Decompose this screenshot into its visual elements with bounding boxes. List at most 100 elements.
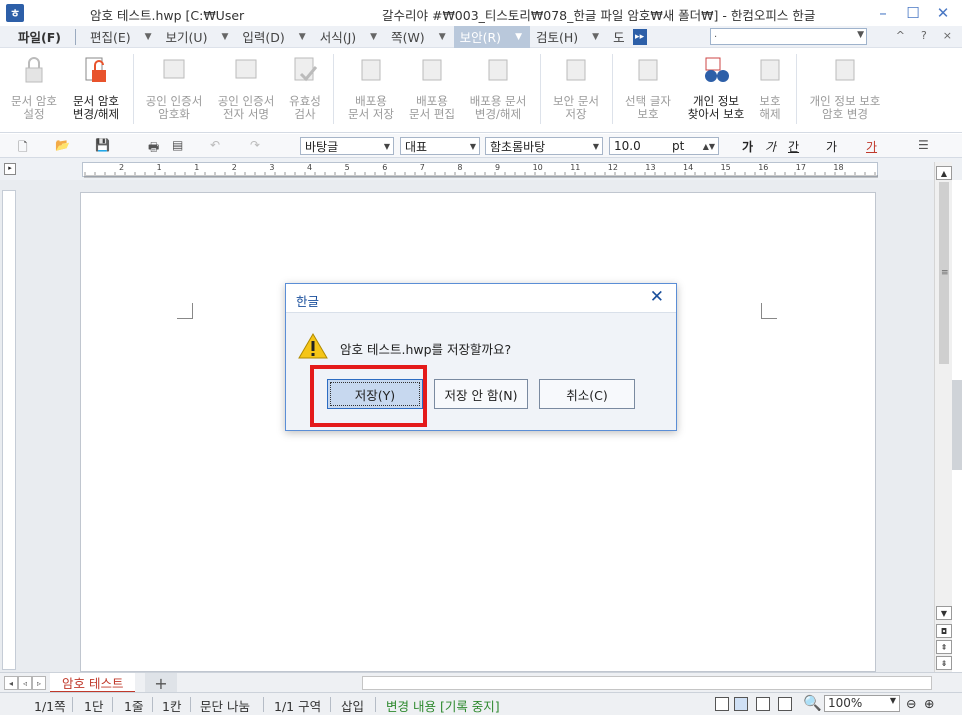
- save-secure-doc-button[interactable]: 보안 문서 저장: [544, 54, 608, 121]
- zoom-in-icon[interactable]: ⊕: [924, 696, 934, 711]
- undo-icon[interactable]: ↶: [210, 138, 220, 152]
- menu-format[interactable]: 서식(J): [314, 26, 362, 48]
- menu-view[interactable]: 보기(U): [160, 26, 214, 48]
- close-button[interactable]: ✕: [930, 3, 956, 23]
- ruler-label: 15: [720, 163, 731, 172]
- scroll-up-icon[interactable]: ▲: [936, 166, 952, 180]
- style-select[interactable]: 바탕글 ▼: [300, 137, 394, 155]
- cancel-button[interactable]: 취소(C): [539, 379, 635, 409]
- redo-icon[interactable]: ↷: [250, 138, 260, 152]
- tab-first-icon[interactable]: ◂: [4, 676, 18, 690]
- help-icon[interactable]: ?: [921, 29, 927, 42]
- window-title-left: 암호 테스트.hwp [C:₩User: [90, 8, 245, 23]
- find-personal-info-button[interactable]: 개인 정보 찾아서 보호: [682, 54, 750, 121]
- preview-icon[interactable]: ▤: [172, 138, 183, 152]
- tab-prev-icon[interactable]: ◃: [18, 676, 32, 690]
- save-distribution-button[interactable]: 배포용 문서 저장: [338, 54, 404, 121]
- menu-file[interactable]: 파일(F): [0, 26, 67, 48]
- font-select[interactable]: 함초롬바탕 ▼: [485, 137, 603, 155]
- view-web-icon[interactable]: [778, 697, 792, 711]
- language-select[interactable]: 대표 ▼: [400, 137, 480, 155]
- ribbon-separator: [133, 54, 134, 124]
- chevron-down-icon[interactable]: ▼: [213, 32, 236, 42]
- italic-button[interactable]: 가: [765, 138, 776, 155]
- tab-next-icon[interactable]: ▹: [32, 676, 46, 690]
- chevron-down-icon[interactable]: ▼: [857, 30, 864, 40]
- chevron-down-icon[interactable]: ▼: [593, 142, 599, 151]
- change-distribution-button[interactable]: 배포용 문서 변경/해제: [460, 54, 536, 121]
- cert-encrypt-button[interactable]: 공인 인증서 암호화: [138, 54, 210, 121]
- ruler-label: 18: [833, 163, 844, 172]
- font-size-input[interactable]: 10.0 pt ▲▼: [609, 137, 719, 155]
- font-color-button[interactable]: 가: [866, 138, 877, 155]
- zoom-out-icon[interactable]: ⊖: [906, 696, 916, 711]
- ribbon-label: 변경/해제: [72, 107, 120, 121]
- menu-tools[interactable]: 도: [607, 26, 631, 48]
- close-doc-icon[interactable]: ×: [943, 29, 952, 42]
- open-folder-icon[interactable]: 📂: [55, 138, 70, 152]
- stepper-icon[interactable]: ▲▼: [703, 142, 715, 151]
- underline-button[interactable]: 간: [788, 138, 799, 155]
- strike-button[interactable]: 가: [826, 138, 837, 155]
- menu-security[interactable]: 보안(R): [453, 25, 508, 48]
- scroll-down-icon[interactable]: ▼: [936, 606, 952, 620]
- title-bar: ㅎ 암호 테스트.hwp [C:₩User 갈수리야 #₩003_티스토리₩07…: [0, 0, 962, 26]
- chevron-down-icon[interactable]: ▼: [584, 32, 607, 42]
- secure-save-icon: [566, 59, 586, 81]
- menu-review[interactable]: 검토(H): [530, 26, 584, 48]
- side-panel-toggle[interactable]: [952, 380, 962, 470]
- command-search-input[interactable]: . ▼: [710, 28, 867, 45]
- chevron-down-icon[interactable]: ▼: [470, 142, 476, 151]
- menu-insert[interactable]: 입력(D): [236, 26, 290, 48]
- change-doc-password-button[interactable]: 문서 암호 변경/해제: [64, 54, 128, 121]
- more-menu-icon[interactable]: ▸▸: [632, 28, 647, 45]
- menu-edit[interactable]: 편집(E): [84, 26, 137, 48]
- maximize-button[interactable]: ☐: [900, 3, 926, 23]
- new-doc-icon[interactable]: 🗋: [18, 138, 28, 159]
- change-privacy-password-button[interactable]: 개인 정보 보호 암호 변경: [800, 54, 890, 121]
- edit-distribution-button[interactable]: 배포용 문서 편집: [404, 54, 460, 121]
- select-browse-icon[interactable]: ◘: [936, 624, 952, 638]
- horizontal-scrollbar[interactable]: [362, 676, 932, 690]
- print-icon[interactable]: 🖶: [148, 138, 159, 159]
- status-separator: [375, 697, 376, 712]
- validate-button[interactable]: 유효성 검사: [282, 54, 328, 121]
- dont-save-button[interactable]: 저장 안 함(N): [434, 379, 528, 409]
- zoom-select[interactable]: 100% ▼: [824, 695, 900, 712]
- chevron-down-icon[interactable]: ▼: [137, 32, 160, 42]
- prev-page-icon[interactable]: ⇞: [936, 640, 952, 654]
- horizontal-ruler[interactable]: 2 1 1 2 3 4 5 6 7 8 9 10 11 12 13 14 15 16 17 18: [82, 162, 878, 178]
- chevron-down-icon[interactable]: ▼: [431, 32, 454, 42]
- vertical-scrollbar[interactable]: ▲ ≡ ▼ ◘ ⇞ ⇟: [934, 162, 952, 672]
- add-tab-button[interactable]: +: [145, 673, 177, 693]
- set-doc-password-button[interactable]: 문서 암호 설정: [4, 54, 64, 121]
- bold-button[interactable]: 가: [742, 138, 753, 155]
- collapse-ribbon-icon[interactable]: ^: [896, 29, 905, 42]
- unprotect-button[interactable]: 보호 해제: [750, 54, 790, 121]
- status-track-changes[interactable]: 변경 내용 [기록 중지]: [386, 696, 500, 715]
- document-page[interactable]: [80, 192, 876, 672]
- chevron-down-icon[interactable]: ▼: [890, 696, 896, 705]
- status-insert-mode[interactable]: 삽입: [341, 696, 364, 715]
- dialog-close-icon[interactable]: ✕: [650, 287, 664, 307]
- chevron-down-icon[interactable]: ▼: [362, 32, 385, 42]
- protect-selection-button[interactable]: 선택 글자 보호: [616, 54, 680, 121]
- chevron-down-icon[interactable]: ▼: [507, 25, 530, 48]
- chevron-down-icon[interactable]: ▼: [291, 32, 314, 42]
- view-page-icon[interactable]: [734, 697, 748, 711]
- tab-document[interactable]: 암호 테스트: [50, 673, 136, 693]
- cert-sign-button[interactable]: 공인 인증서 전자 서명: [210, 54, 282, 121]
- zoom-icon[interactable]: 🔍: [803, 694, 822, 712]
- save-icon[interactable]: 💾: [95, 138, 110, 152]
- view-outline-icon[interactable]: [756, 697, 770, 711]
- vertical-ruler[interactable]: [2, 190, 16, 670]
- next-page-icon[interactable]: ⇟: [936, 656, 952, 670]
- ruler-toggle-icon[interactable]: ▸: [4, 163, 16, 175]
- status-page[interactable]: 1/1쪽: [34, 696, 66, 715]
- chevron-down-icon[interactable]: ▼: [384, 142, 390, 151]
- minimize-button[interactable]: –: [870, 3, 896, 23]
- align-icon[interactable]: ☰: [918, 138, 929, 152]
- view-normal-icon[interactable]: [715, 697, 729, 711]
- hwp-app-icon[interactable]: ㅎ: [6, 4, 24, 22]
- menu-page[interactable]: 쪽(W): [385, 26, 431, 48]
